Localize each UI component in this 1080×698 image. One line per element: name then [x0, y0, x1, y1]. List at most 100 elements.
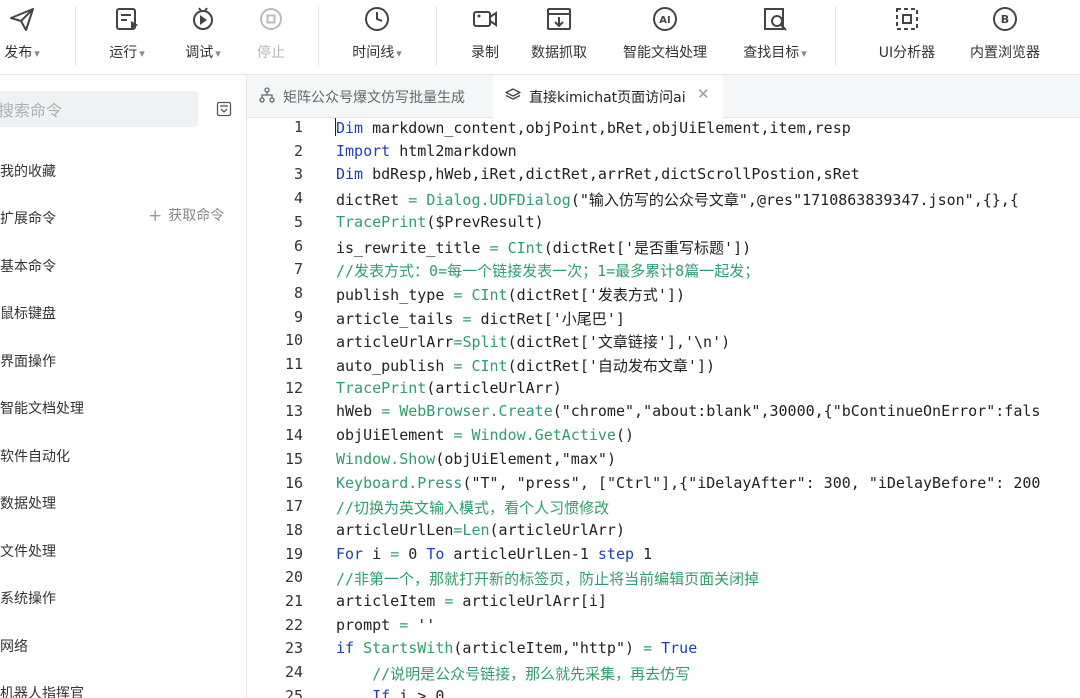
debug-label: 调试 [185, 45, 214, 61]
ai-document-icon: AI [653, 7, 677, 31]
toolbar: 发布 ▾ 运行 ▾ 调试 ▾ 停止 时间线 ▾ 录制 数据抓取 AI 智能文档处… [0, 0, 1080, 75]
code-line[interactable]: Dim markdown_content,objPoint,bRet,objUi… [335, 118, 851, 137]
code-line[interactable]: article_tails = dictRet['小尾巴'] [336, 308, 625, 329]
close-icon[interactable]: ✕ [697, 85, 710, 103]
code-line[interactable]: TracePrint($PrevResult) [336, 213, 544, 231]
code-line[interactable]: articleItem = articleUrlArr[i] [336, 592, 607, 610]
search-input[interactable] [0, 91, 190, 129]
command-sidebar: 我的收藏 扩展命令 + 获取命令 基本命令 鼠标键盘 界面操作 智能文档处理 软件… [0, 75, 247, 698]
code-line[interactable]: articleUrlArr=Split(dictRet['文章链接'],'\n'… [336, 331, 730, 352]
line-number: 16 [284, 473, 303, 492]
category-file-processing[interactable]: 文件处理 [0, 541, 56, 561]
layers-icon [505, 88, 521, 100]
tab-matrix-article[interactable]: 矩阵公众号爆文仿写批量生成 [247, 75, 491, 117]
stop-button[interactable]: 停止 [226, 0, 316, 74]
code-line[interactable]: articleUrlLen=Len(articleUrlArr) [336, 521, 625, 539]
toolbar-separator [75, 6, 76, 66]
category-basic[interactable]: 基本命令 [0, 256, 56, 276]
builtin-browser-button[interactable]: B 内置浏览器 [960, 0, 1050, 74]
category-system-operations[interactable]: 系统操作 [0, 588, 56, 608]
line-number: 18 [284, 520, 303, 539]
stop-label: 停止 [257, 45, 285, 61]
clock-icon [365, 7, 389, 31]
ui-analyzer-button[interactable]: UI分析器 [862, 0, 952, 74]
get-command-button[interactable]: + 获取命令 [148, 205, 224, 226]
code-line[interactable]: Window.Show(objUiElement,"max") [336, 450, 616, 468]
timeline-label: 时间线 [352, 45, 395, 61]
code-line[interactable]: Keyboard.Press("T", "press", ["Ctrl"],{"… [336, 474, 1040, 492]
category-favorites[interactable]: 我的收藏 [0, 161, 56, 181]
run-label: 运行 [109, 45, 138, 61]
line-number: 22 [284, 615, 303, 634]
data-capture-button[interactable]: 数据抓取 [514, 0, 604, 74]
line-number: 21 [284, 592, 303, 610]
code-line[interactable]: publish_type = CInt(dictRet['发表方式']) [336, 284, 685, 305]
code-line[interactable]: Dim bdResp,hWeb,iRet,dictRet,arrRet,dict… [336, 165, 860, 183]
line-number: 5 [293, 212, 303, 231]
category-mouse-keyboard[interactable]: 鼠标键盘 [0, 303, 56, 323]
line-number: 3 [293, 165, 303, 184]
code-editor[interactable]: 1 Dim markdown_content,objPoint,bRet,objU… [247, 118, 1080, 698]
code-line[interactable]: if StartsWith(articleItem,"http") = True [336, 639, 697, 657]
timeline-button[interactable]: 时间线 ▾ [332, 0, 422, 74]
data-capture-label: 数据抓取 [531, 45, 587, 61]
category-ui-operations[interactable]: 界面操作 [0, 351, 56, 371]
line-number: 23 [284, 639, 303, 658]
category-network[interactable]: 网络 [0, 636, 28, 656]
line-number: 7 [293, 260, 303, 279]
line-number: 2 [293, 141, 303, 160]
svg-text:B: B [1001, 13, 1009, 26]
builtin-browser-label: 内置浏览器 [970, 45, 1040, 61]
line-number: 6 [293, 236, 303, 255]
code-line[interactable]: auto_publish = CInt(dictRet['自动发布文章']) [336, 355, 715, 376]
ai-document-button[interactable]: AI 智能文档处理 [620, 0, 710, 74]
category-robot-commander[interactable]: 机器人指挥官 [0, 683, 84, 698]
line-number: 19 [284, 544, 303, 563]
toolbar-separator [318, 6, 319, 66]
code-line[interactable]: dictRet = Dialog.UDFDialog("输入仿写的公众号文章",… [336, 189, 1019, 210]
dropdown-arrow: ▾ [139, 47, 145, 60]
record-icon [473, 11, 497, 27]
code-line[interactable]: If i > 0 [336, 687, 444, 698]
get-command-label: 获取命令 [168, 208, 225, 224]
debug-icon [193, 7, 213, 30]
line-number: 12 [284, 378, 303, 397]
dropdown-arrow: ▾ [34, 47, 40, 60]
code-line[interactable]: //发表方式：0=每一个链接发表一次；1=最多累计8篇一起发； [336, 260, 759, 281]
line-number: 4 [293, 189, 303, 208]
code-line[interactable]: Import html2markdown [336, 142, 517, 160]
line-number: 10 [284, 331, 303, 350]
code-line[interactable]: hWeb = WebBrowser.Create("chrome","about… [336, 402, 1040, 420]
svg-text:AI: AI [659, 15, 670, 26]
publish-button[interactable]: 发布 ▾ [0, 0, 67, 74]
code-line[interactable]: For i = 0 To articleUrlLen-1 step 1 [336, 545, 652, 563]
dropdown-arrow: ▾ [801, 47, 807, 60]
code-line[interactable]: //切换为英文输入模式，看个人习惯修改 [336, 497, 609, 518]
category-ai-document[interactable]: 智能文档处理 [0, 398, 84, 418]
toolbar-separator [835, 6, 836, 66]
line-number: 13 [284, 402, 303, 421]
line-number: 17 [284, 497, 303, 516]
find-target-icon [764, 8, 787, 31]
code-line[interactable]: objUiElement = Window.GetActive() [336, 426, 634, 444]
find-target-label: 查找目标 [743, 45, 800, 61]
run-icon [116, 8, 138, 30]
tab-kimichat[interactable]: 直接kimichat页面访问ai ✕ [493, 75, 723, 118]
tab-bar: 矩阵公众号爆文仿写批量生成 直接kimichat页面访问ai ✕ [247, 75, 1080, 118]
tab-label: 矩阵公众号爆文仿写批量生成 [283, 90, 465, 106]
code-line[interactable]: //说明是公众号链接，那么就先采集，再去仿写 [336, 663, 690, 684]
collapse-panel-icon[interactable] [216, 101, 232, 117]
dropdown-arrow: ▾ [396, 47, 402, 60]
ui-analyzer-label: UI分析器 [878, 45, 936, 61]
code-line[interactable]: //非第一个，那就打开新的标签页，防止将当前编辑页面关闭掉 [336, 568, 759, 589]
line-number: 20 [284, 568, 303, 587]
category-software-automation[interactable]: 软件自动化 [0, 446, 70, 466]
code-line[interactable]: TracePrint(articleUrlArr) [336, 379, 562, 397]
find-target-button[interactable]: 查找目标 ▾ [730, 0, 820, 74]
plus-icon: + [148, 206, 163, 226]
category-data-processing[interactable]: 数据处理 [0, 493, 56, 513]
code-line[interactable]: is_rewrite_title = CInt(dictRet['是否重写标题'… [336, 237, 751, 258]
category-extensions[interactable]: 扩展命令 [0, 208, 56, 228]
code-line[interactable]: prompt = '' [336, 616, 435, 634]
tab-label: 直接kimichat页面访问ai [529, 90, 686, 106]
